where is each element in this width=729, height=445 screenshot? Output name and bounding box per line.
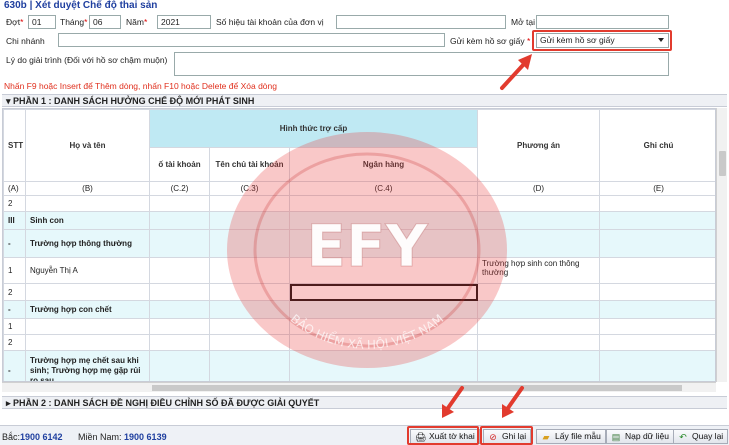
- code-c2: (C.2): [149, 181, 210, 196]
- mo-tai-label: Mở tại: [511, 17, 535, 27]
- col-so-tk: ố tài khoản: [149, 147, 210, 182]
- table-row[interactable]: - Trường hợp thông thường: [3, 229, 715, 258]
- dot-field[interactable]: 01: [28, 15, 56, 29]
- highlight-box-xuat: [407, 426, 479, 445]
- scroll-thumb[interactable]: [719, 151, 726, 176]
- ly-do-field[interactable]: [174, 52, 669, 76]
- red-arrow-icon: [442, 386, 464, 418]
- code-c4: (C.4): [288, 181, 479, 196]
- highlight-box-ghi: [480, 426, 533, 445]
- code-b: (B): [25, 181, 150, 196]
- footer-bar: Bắc:1900 6142 Miền Nam: 1900 6139 🖨 Xuất …: [0, 425, 729, 445]
- import-icon: ▤: [611, 432, 621, 442]
- col-ten-chu: Tên chủ tài khoản: [209, 147, 290, 182]
- folder-icon: ▰: [542, 432, 550, 442]
- highlight-box-gui-kem: [532, 30, 672, 51]
- thang-label: Tháng*: [60, 17, 88, 27]
- table-row[interactable]: 1: [3, 318, 715, 335]
- nam-field[interactable]: 2021: [157, 15, 211, 29]
- gui-kem-label: Gửi kèm hồ sơ giấy *: [450, 36, 531, 46]
- table-row[interactable]: - Trường hợp mẹ chết sau khi sinh; Trường…: [3, 350, 715, 381]
- so-hieu-field[interactable]: [336, 15, 506, 29]
- keyboard-hint: Nhấn F9 hoặc Insert để Thêm dòng, nhấn F…: [4, 81, 277, 91]
- quay-lai-button[interactable]: ↶ Quay lại: [673, 429, 729, 444]
- back-icon: ↶: [679, 432, 687, 442]
- lay-file-mau-button[interactable]: ▰ Lấy file mẫu: [536, 429, 606, 444]
- expand-icon: ▸: [6, 398, 14, 408]
- chi-nhanh-label: Chi nhánh: [6, 36, 45, 46]
- col-phuong-an: Phương án: [477, 109, 601, 182]
- mo-tai-field[interactable]: [536, 15, 669, 29]
- table-row[interactable]: - Trường hợp con chết: [3, 300, 715, 319]
- col-ngan-hang: Ngân hàng: [288, 147, 479, 182]
- vertical-scrollbar[interactable]: [716, 108, 727, 382]
- nap-du-lieu-button[interactable]: ▤ Nạp dữ liệu: [606, 429, 674, 444]
- col-stt: STT: [3, 109, 26, 182]
- data-grid[interactable]: STT Họ và tên Hình thức trợ cấp Phương á…: [2, 108, 716, 382]
- table-row[interactable]: 2: [3, 195, 715, 212]
- page-title: 630b | Xét duyệt Chế độ thai sản: [4, 0, 158, 11]
- nam-label: Năm*: [126, 17, 148, 27]
- scroll-thumb[interactable]: [152, 385, 682, 391]
- table-row[interactable]: 2: [3, 283, 715, 301]
- hotline-bac: Bắc:1900 6142: [2, 432, 63, 442]
- table-row[interactable]: 1 Nguyễn Thị A Trường hợp sinh con thông t…: [3, 257, 715, 284]
- thang-field[interactable]: 06: [89, 15, 121, 29]
- hotline-mien-nam: Miền Nam: 1900 6139: [78, 432, 167, 442]
- table-row[interactable]: 2: [3, 334, 715, 351]
- section2-title: PHẦN 2 : DANH SÁCH ĐỀ NGHỊ ĐIỀU CHỈNH SỐ…: [13, 398, 320, 408]
- code-d: (D): [477, 181, 601, 196]
- table-row[interactable]: III Sinh con: [3, 211, 715, 230]
- selected-cell[interactable]: [288, 283, 479, 301]
- section1-title: PHẦN 1 : DANH SÁCH HƯỞNG CHẾ ĐỘ MỚI PHÁT…: [13, 96, 255, 106]
- code-e: (E): [599, 181, 715, 196]
- code-a: (A): [3, 181, 26, 196]
- section2-header[interactable]: ▸ PHẦN 2 : DANH SÁCH ĐỀ NGHỊ ĐIỀU CHỈNH …: [2, 396, 727, 409]
- horizontal-scrollbar[interactable]: [2, 382, 716, 392]
- section1-header[interactable]: ▾ PHẦN 1 : DANH SÁCH HƯỞNG CHẾ ĐỘ MỚI PH…: [2, 94, 727, 107]
- dot-label: Đợt*: [6, 17, 24, 27]
- so-hieu-label: Số hiệu tài khoản của đơn vị: [216, 17, 324, 27]
- col-ghi-chu: Ghi chú: [599, 109, 715, 182]
- col-ho-ten: Họ và tên: [25, 109, 150, 182]
- ly-do-label: Lý do giải trình (Đối với hồ sơ chậm muộ…: [6, 55, 168, 65]
- collapse-icon: ▾: [6, 96, 14, 106]
- col-hinh-thuc: Hình thức trợ cấp: [148, 109, 479, 148]
- code-c3: (C.3): [209, 181, 290, 196]
- red-arrow-icon: [500, 54, 532, 90]
- chi-nhanh-field[interactable]: [58, 33, 445, 47]
- red-arrow-icon: [502, 386, 524, 418]
